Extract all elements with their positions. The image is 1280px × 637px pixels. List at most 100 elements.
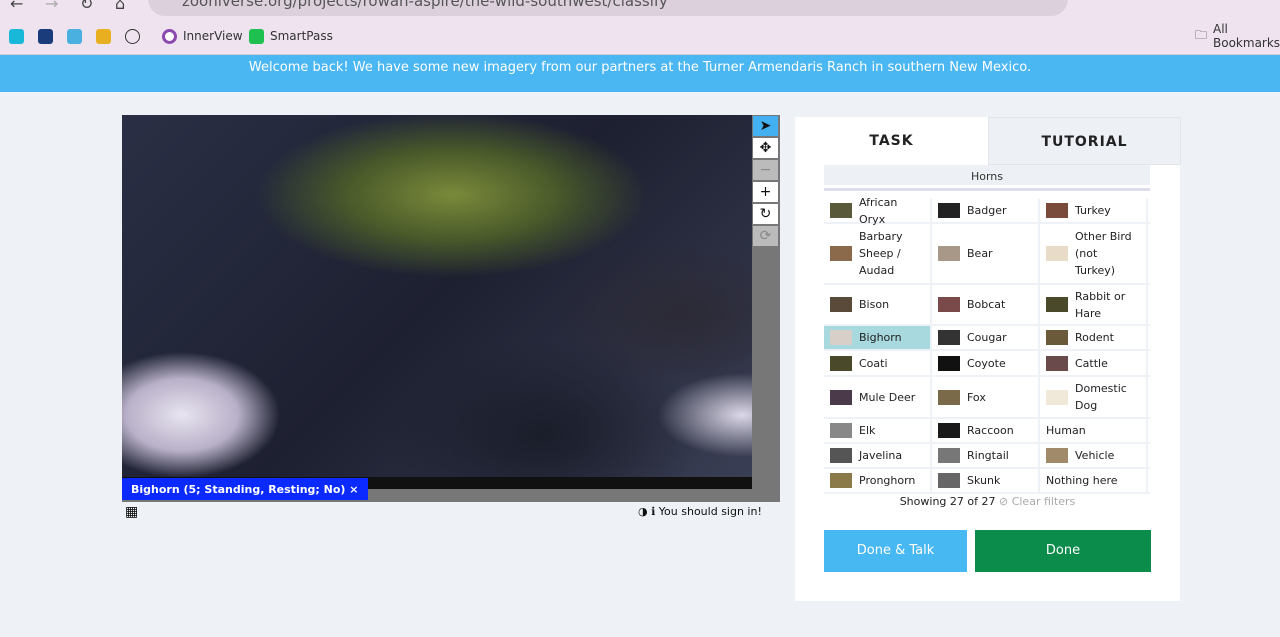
choice-thumbnail <box>1046 330 1068 345</box>
done-and-talk-button[interactable]: Done & Talk <box>824 530 967 572</box>
choice-ringtail[interactable]: Ringtail <box>932 444 1040 467</box>
subject-viewer[interactable]: ➤ ✥ − + ↻ ⟳ <box>122 115 780 502</box>
choice-cattle[interactable]: Cattle <box>1040 351 1148 375</box>
choice-label: Rabbit or Hare <box>1075 289 1126 320</box>
contrast-icon[interactable]: ◑ <box>638 505 648 518</box>
subject-image[interactable] <box>122 115 752 489</box>
bookmark-icons[interactable] <box>9 28 140 44</box>
choice-label: Bear <box>967 247 993 260</box>
reload-icon[interactable]: ↻ <box>80 0 93 13</box>
bookmark-classroom-icon[interactable] <box>96 28 111 44</box>
choice-thumbnail <box>830 297 852 312</box>
zoom-in-icon[interactable]: + <box>753 182 778 202</box>
showing-count: Showing 27 of 27 ⊘ Clear filters <box>795 495 1180 508</box>
choice-bobcat[interactable]: Bobcat <box>932 285 1040 324</box>
choice-label: Mule Deer <box>859 390 916 404</box>
choice-label: Javelina <box>859 449 903 462</box>
choice-domestic-dog[interactable]: Domestic Dog <box>1040 377 1148 417</box>
choice-row: African Oryx Badger Turkey <box>824 196 1150 226</box>
choice-pronghorn[interactable]: Pronghorn <box>824 469 932 492</box>
signin-text: You should sign in! <box>658 505 762 518</box>
choice-thumbnail <box>938 355 960 371</box>
choice-thumbnail <box>830 473 852 488</box>
home-icon[interactable]: ⌂ <box>115 0 125 13</box>
choice-label: Bison <box>859 298 890 311</box>
choice-rodent[interactable]: Rodent <box>1040 326 1148 349</box>
choice-vehicle[interactable]: Vehicle <box>1040 444 1148 467</box>
clear-filters-link[interactable]: ⊘ Clear filters <box>999 495 1075 508</box>
annotation-label[interactable]: Bighorn (5; Standing, Resting; No) × <box>122 478 368 500</box>
innerview-icon <box>162 28 177 44</box>
choice-row: Bighorn Cougar Rodent <box>824 326 1150 351</box>
choice-label: Bighorn <box>859 331 902 344</box>
choice-row: Elk Raccoon Human <box>824 419 1150 444</box>
choice-bison[interactable]: Bison <box>824 285 932 324</box>
choice-fox[interactable]: Fox <box>932 377 1040 417</box>
bookmark-innerview[interactable]: InnerView <box>162 28 243 44</box>
choice-bighorn[interactable]: Bighorn <box>824 326 932 349</box>
choice-label: Human <box>1046 424 1086 437</box>
choice-skunk[interactable]: Skunk <box>932 469 1040 492</box>
choice-elk[interactable]: Elk <box>824 419 932 442</box>
bookmark-smartpass[interactable]: SmartPass <box>249 28 333 44</box>
choice-human[interactable]: Human <box>1040 419 1148 442</box>
filter-horns[interactable]: Horns <box>824 165 1150 188</box>
choice-mule-deer[interactable]: Mule Deer <box>824 377 932 417</box>
choice-thumbnail <box>830 246 852 261</box>
choice-other-bird-not-turkey[interactable]: Other Bird (not Turkey) <box>1040 224 1148 283</box>
choice-thumbnail <box>938 389 960 405</box>
bookmark-shield-icon[interactable] <box>125 28 140 44</box>
back-icon[interactable]: ← <box>10 0 23 13</box>
info-icon[interactable]: ℹ <box>651 505 655 518</box>
choice-thumbnail <box>830 448 852 463</box>
showing-text: Showing 27 of 27 <box>899 495 996 508</box>
choice-thumbnail <box>1046 355 1068 371</box>
choice-label: Turkey <box>1075 204 1111 217</box>
choice-row: Barbary Sheep / Audad Bear Other Bird (not… <box>824 224 1150 285</box>
grid-icon[interactable]: ▦ <box>125 504 138 520</box>
move-icon[interactable]: ✥ <box>753 138 778 158</box>
choice-thumbnail <box>830 423 852 438</box>
choice-thumbnail <box>830 203 852 218</box>
bookmark-label: InnerView <box>183 29 243 43</box>
choice-thumbnail <box>830 389 852 405</box>
url-bar[interactable]: zooniverse.org/projects/rowan-aspire/the… <box>148 0 1068 16</box>
forward-icon[interactable]: → <box>45 0 58 13</box>
choice-bear[interactable]: Bear <box>932 224 1040 283</box>
choice-label: Coati <box>859 356 888 370</box>
choice-label: Pronghorn <box>859 474 916 487</box>
choice-grid: African Oryx Badger Turkey Barbary Sheep / … <box>824 196 1150 494</box>
choice-cougar[interactable]: Cougar <box>932 326 1040 349</box>
reset-icon[interactable]: ⟳ <box>753 226 778 246</box>
choice-turkey[interactable]: Turkey <box>1040 199 1148 222</box>
choice-label: Barbary Sheep / Audad <box>859 230 903 277</box>
choice-nothing-here[interactable]: Nothing here <box>1040 469 1148 492</box>
choice-row: Pronghorn Skunk Nothing here <box>824 469 1150 494</box>
tab-tutorial[interactable]: TUTORIAL <box>988 117 1181 165</box>
choice-coyote[interactable]: Coyote <box>932 351 1040 375</box>
rotate-icon[interactable]: ↻ <box>753 204 778 224</box>
close-icon[interactable]: × <box>349 483 358 496</box>
choice-thumbnail <box>830 330 852 345</box>
bookmark-label: All Bookmarks <box>1213 22 1280 50</box>
choice-label: Badger <box>967 204 1007 217</box>
bookmark-cloud-icon[interactable] <box>67 28 82 44</box>
done-button[interactable]: Done <box>975 530 1151 572</box>
choice-african-oryx[interactable]: African Oryx <box>824 196 932 226</box>
all-bookmarks[interactable]: 🗀 All Bookmarks <box>1195 22 1280 50</box>
tab-task[interactable]: TASK <box>795 117 988 165</box>
choice-label: Cattle <box>1075 356 1108 370</box>
choice-javelina[interactable]: Javelina <box>824 444 932 467</box>
choice-thumbnail <box>1046 297 1068 312</box>
choice-rabbit-or-hare[interactable]: Rabbit or Hare <box>1040 285 1148 324</box>
choice-coati[interactable]: Coati <box>824 351 932 375</box>
choice-badger[interactable]: Badger <box>932 199 1040 222</box>
zoom-out-icon[interactable]: − <box>753 160 778 180</box>
choice-thumbnail <box>1046 246 1068 261</box>
choice-barbary-sheep-audad[interactable]: Barbary Sheep / Audad <box>824 224 932 283</box>
pointer-icon[interactable]: ➤ <box>753 116 778 136</box>
image-toolbar: ➤ ✥ − + ↻ ⟳ <box>753 115 780 248</box>
choice-raccoon[interactable]: Raccoon <box>932 419 1040 442</box>
bookmark-b-icon[interactable] <box>9 28 24 44</box>
bookmark-sis-icon[interactable] <box>38 28 53 44</box>
